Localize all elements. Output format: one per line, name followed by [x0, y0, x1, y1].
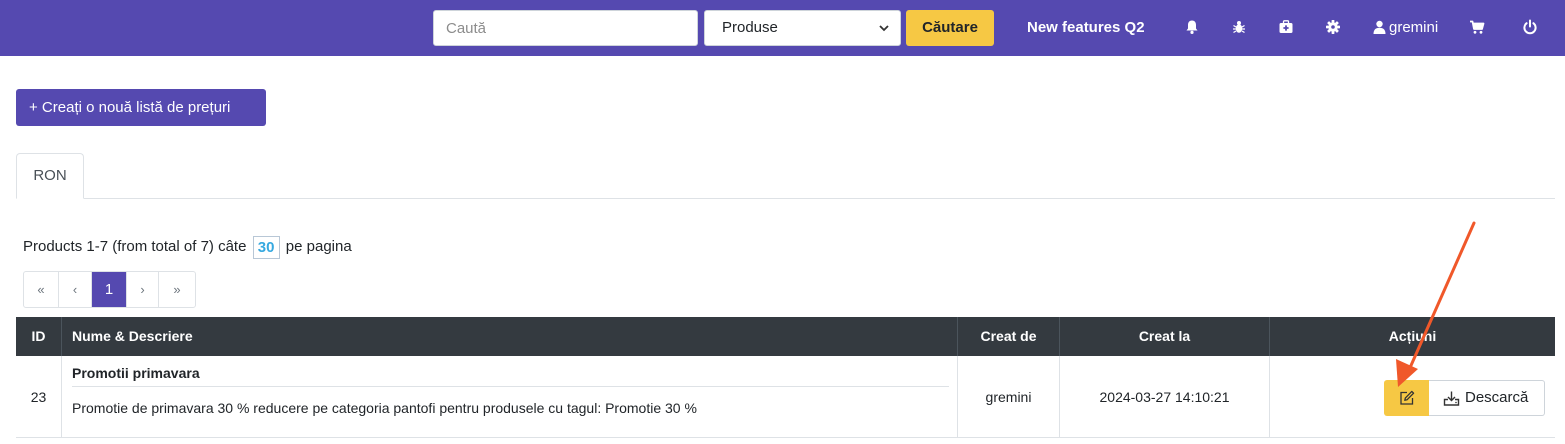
- edit-button[interactable]: [1384, 380, 1429, 416]
- pagination: « ‹ 1 › »: [23, 271, 196, 308]
- tabs-divider: [16, 198, 1555, 199]
- medkit-icon[interactable]: [1278, 19, 1294, 35]
- tab-ron[interactable]: RON: [16, 153, 84, 199]
- header-id: ID: [16, 317, 62, 356]
- top-navbar: Produse Căutare New features Q2 gremini: [0, 0, 1565, 56]
- download-button[interactable]: Descarcă: [1429, 380, 1545, 416]
- pagination-info: Products 1-7 (from total of 7) câte 30 p…: [23, 235, 352, 259]
- row-created-at: 2024-03-27 14:10:21: [1060, 356, 1270, 438]
- prev-page-button[interactable]: ‹: [59, 272, 92, 307]
- cart-icon[interactable]: [1469, 19, 1485, 35]
- bell-icon[interactable]: [1184, 19, 1200, 35]
- row-id: 23: [16, 356, 62, 438]
- download-icon: [1443, 391, 1460, 406]
- name-separator: [72, 386, 949, 387]
- user-icon: [1373, 20, 1386, 34]
- header-created-at: Creat la: [1060, 317, 1270, 356]
- power-icon[interactable]: [1522, 19, 1538, 35]
- last-page-button[interactable]: »: [159, 272, 195, 307]
- search-button[interactable]: Căutare: [906, 10, 994, 46]
- pagination-info-prefix: Products 1-7 (from total of 7) câte: [23, 238, 247, 255]
- header-created-by: Creat de: [958, 317, 1060, 356]
- page-1-button[interactable]: 1: [92, 272, 127, 307]
- new-features-link[interactable]: New features Q2: [1027, 0, 1145, 56]
- row-created-by: gremini: [958, 356, 1060, 438]
- next-page-button[interactable]: ›: [127, 272, 159, 307]
- search-input[interactable]: [433, 10, 698, 46]
- download-label: Descarcă: [1465, 389, 1529, 406]
- table-row: 23 gremini 2024-03-27 14:10:21: [16, 356, 1555, 438]
- gear-icon[interactable]: [1325, 19, 1341, 35]
- per-page-input[interactable]: 30: [252, 235, 280, 259]
- row-name[interactable]: Promotii primavara: [72, 365, 200, 381]
- first-page-button[interactable]: «: [24, 272, 59, 307]
- search-category-select[interactable]: Produse: [704, 10, 901, 46]
- header-name-description: Nume & Descriere: [62, 317, 958, 356]
- table-header: ID Nume & Descriere Creat de Creat la Ac…: [16, 317, 1555, 356]
- username-label: gremini: [1389, 19, 1439, 36]
- chevron-down-icon: [879, 25, 889, 32]
- bug-icon[interactable]: [1231, 19, 1247, 35]
- header-actions: Acțiuni: [1388, 328, 1437, 344]
- create-price-list-button[interactable]: + Creați o nouă listă de prețuri: [16, 89, 266, 126]
- row-description: Promotie de primavara 30 % reducere pe c…: [72, 400, 697, 416]
- pagination-info-suffix: pe pagina: [285, 238, 352, 255]
- edit-icon: [1400, 390, 1415, 405]
- search-category-value: Produse: [722, 19, 778, 36]
